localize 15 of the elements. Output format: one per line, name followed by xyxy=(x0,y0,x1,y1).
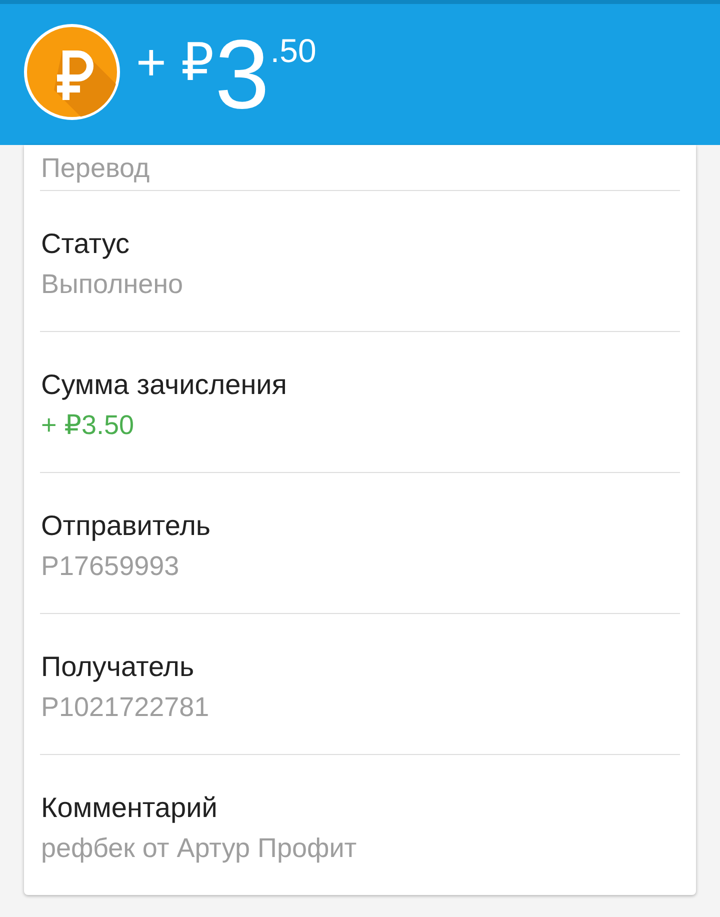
amount-prefix: + ₽ xyxy=(136,37,214,89)
field-value: P1021722781 xyxy=(41,691,210,724)
field-value: рефбек от Артур Профит xyxy=(41,832,357,865)
field-label: Отправитель xyxy=(41,509,211,543)
ruble-coin-icon xyxy=(24,24,120,120)
amount-fraction: .50 xyxy=(270,34,316,67)
field-label: Получатель xyxy=(41,650,194,684)
amount-whole: 3 xyxy=(214,25,270,123)
field-label: Статус xyxy=(41,227,130,261)
field-value: + ₽3.50 xyxy=(41,409,134,442)
field-value: P17659993 xyxy=(41,550,180,583)
field-label: Сумма зачисления xyxy=(41,368,287,402)
field-label: Комментарий xyxy=(41,791,218,825)
field-value: Выполнено xyxy=(41,268,184,301)
field-value: Перевод xyxy=(41,152,150,185)
